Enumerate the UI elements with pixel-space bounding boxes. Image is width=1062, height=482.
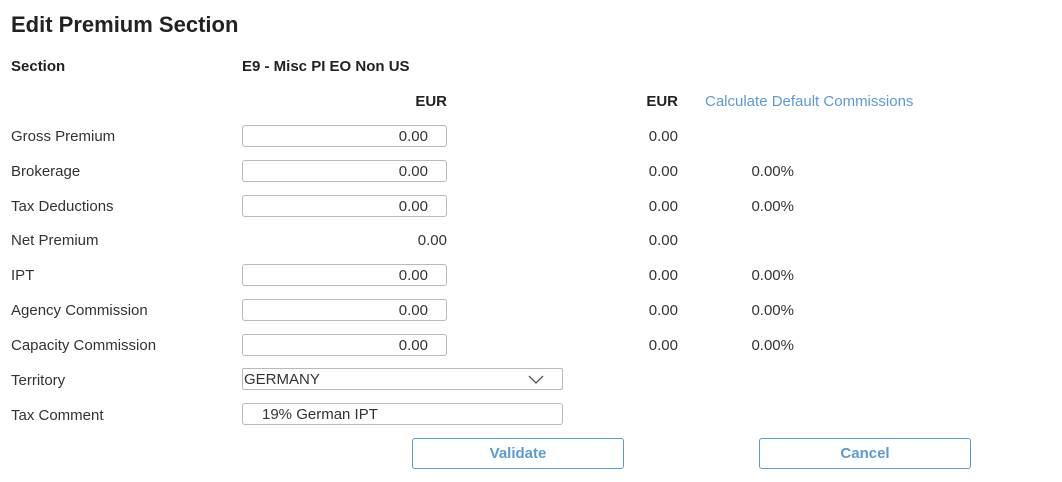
agency-commission-eur: 0.00 — [648, 302, 678, 319]
tax-deductions-input[interactable] — [242, 195, 447, 217]
section-value: E9 - Misc PI EO Non US — [242, 58, 410, 75]
cancel-button[interactable]: Cancel — [759, 438, 971, 469]
calculate-default-commissions-link[interactable]: Calculate Default Commissions — [705, 93, 913, 110]
gross-premium-input[interactable] — [242, 125, 447, 147]
capacity-commission-percent: 0.00% — [751, 337, 794, 354]
brokerage-label: Brokerage — [11, 163, 81, 180]
currency-header-input: EUR — [415, 93, 447, 110]
agency-commission-input[interactable] — [242, 299, 447, 321]
section-label: Section — [11, 58, 66, 75]
edit-premium-dialog: Edit Premium Section Section E9 - Misc P… — [0, 0, 1062, 482]
tax-deductions-eur: 0.00 — [648, 198, 678, 215]
agency-commission-percent: 0.00% — [751, 302, 794, 319]
net-premium-label: Net Premium — [11, 232, 99, 249]
net-premium-value: 0.00 — [417, 232, 447, 249]
ipt-eur: 0.00 — [648, 267, 678, 284]
net-premium-eur: 0.00 — [648, 232, 678, 249]
page-title: Edit Premium Section — [11, 12, 239, 37]
ipt-input[interactable] — [242, 264, 447, 286]
capacity-commission-input[interactable] — [242, 334, 447, 356]
tax-deductions-label: Tax Deductions — [11, 198, 114, 215]
chevron-down-icon — [528, 375, 544, 384]
capacity-commission-label: Capacity Commission — [11, 337, 157, 354]
tax-comment-input[interactable] — [242, 403, 563, 425]
tax-comment-label: Tax Comment — [11, 407, 104, 424]
gross-premium-label: Gross Premium — [11, 128, 116, 145]
brokerage-eur: 0.00 — [648, 163, 678, 180]
ipt-label: IPT — [11, 267, 35, 284]
agency-commission-label: Agency Commission — [11, 302, 148, 319]
capacity-commission-eur: 0.00 — [648, 337, 678, 354]
territory-label: Territory — [11, 372, 66, 389]
gross-premium-eur: 0.00 — [648, 128, 678, 145]
tax-deductions-percent: 0.00% — [751, 198, 794, 215]
territory-select[interactable]: GERMANY — [242, 368, 563, 390]
currency-header-converted: EUR — [646, 93, 678, 110]
territory-selected-value: GERMANY — [244, 371, 320, 388]
validate-button[interactable]: Validate — [412, 438, 624, 469]
brokerage-input[interactable] — [242, 160, 447, 182]
ipt-percent: 0.00% — [751, 267, 794, 284]
brokerage-percent: 0.00% — [751, 163, 794, 180]
